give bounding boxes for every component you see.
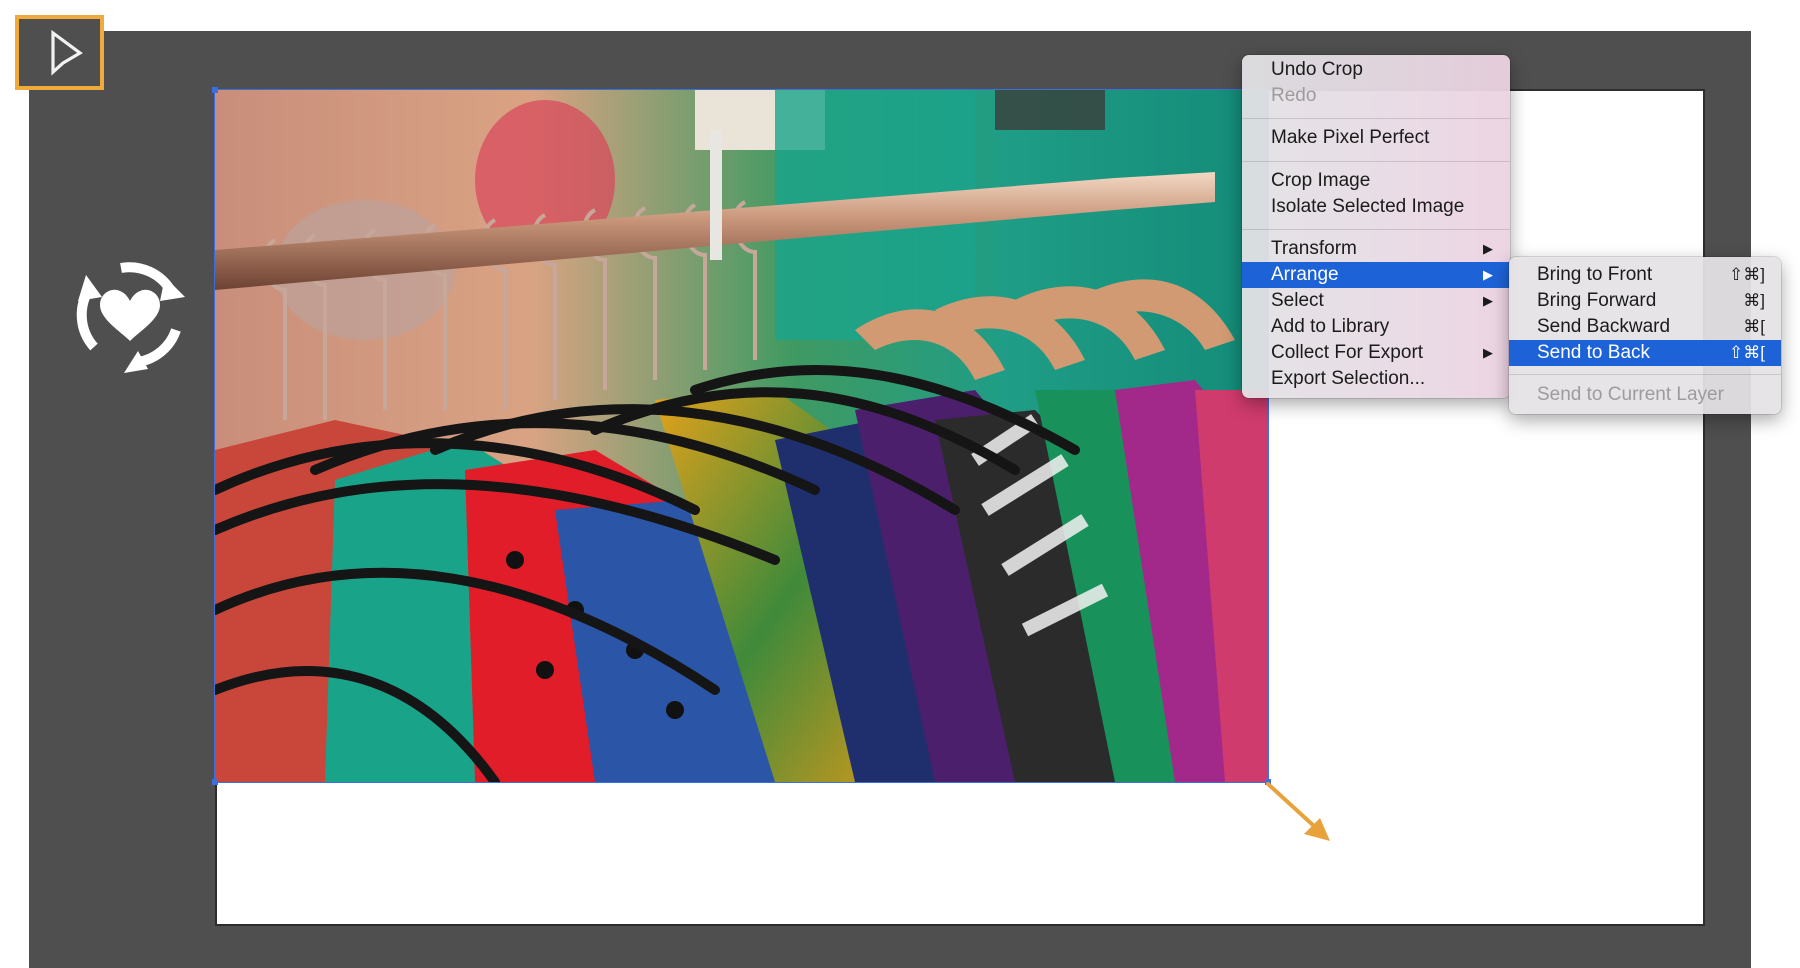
clothes-rack-photo[interactable] — [214, 89, 1269, 783]
submenu-item-send-to-back[interactable]: Send to Back ⇧⌘[ — [1509, 340, 1781, 366]
menu-item-make-pixel-perfect[interactable]: Make Pixel Perfect — [1242, 125, 1510, 151]
menu-separator — [1242, 161, 1510, 162]
pointer-arrow-icon — [51, 29, 83, 76]
submenu-item-bring-to-front[interactable]: Bring to Front ⇧⌘] — [1509, 262, 1781, 288]
shortcut-label: ⌘[ — [1743, 317, 1765, 336]
menu-item-export-selection[interactable]: Export Selection... — [1242, 366, 1510, 392]
submenu-item-bring-forward[interactable]: Bring Forward ⌘] — [1509, 288, 1781, 314]
menu-item-collect-for-export[interactable]: Collect For Export ▶ — [1242, 340, 1510, 366]
menu-item-undo-crop[interactable]: Undo Crop — [1242, 57, 1510, 83]
submenu-item-send-backward[interactable]: Send Backward ⌘[ — [1509, 314, 1781, 340]
menu-separator — [1242, 229, 1510, 230]
submenu-arrow-icon: ▶ — [1483, 345, 1493, 360]
context-menu: Undo Crop Redo Make Pixel Perfect Crop I… — [1242, 55, 1510, 398]
submenu-arrow-icon: ▶ — [1483, 293, 1493, 308]
selection-tool-button[interactable] — [15, 15, 104, 90]
selection-handle-top-left[interactable] — [212, 87, 218, 93]
menu-separator — [1509, 374, 1781, 375]
shortcut-label: ⇧⌘[ — [1729, 343, 1765, 362]
submenu-arrow-icon: ▶ — [1483, 241, 1493, 256]
menu-item-isolate-selected-image[interactable]: Isolate Selected Image — [1242, 194, 1510, 220]
submenu-arrow-icon: ▶ — [1483, 267, 1493, 282]
menu-item-crop-image[interactable]: Crop Image — [1242, 168, 1510, 194]
sync-heart-icon — [65, 250, 195, 385]
menu-item-arrange[interactable]: Arrange ▶ — [1242, 262, 1510, 288]
menu-item-transform[interactable]: Transform ▶ — [1242, 236, 1510, 262]
shortcut-label: ⇧⌘] — [1729, 265, 1765, 284]
menu-item-add-to-library[interactable]: Add to Library — [1242, 314, 1510, 340]
shortcut-label: ⌘] — [1743, 291, 1765, 310]
menu-item-select[interactable]: Select ▶ — [1242, 288, 1510, 314]
resize-arrow-icon — [1262, 778, 1342, 853]
submenu-item-send-to-current-layer[interactable]: Send to Current Layer — [1509, 382, 1781, 408]
selection-handle-bottom-left[interactable] — [212, 779, 218, 785]
menu-separator — [1242, 118, 1510, 119]
arrange-submenu: Bring to Front ⇧⌘] Bring Forward ⌘] Send… — [1509, 257, 1781, 414]
menu-item-redo[interactable]: Redo — [1242, 83, 1510, 109]
